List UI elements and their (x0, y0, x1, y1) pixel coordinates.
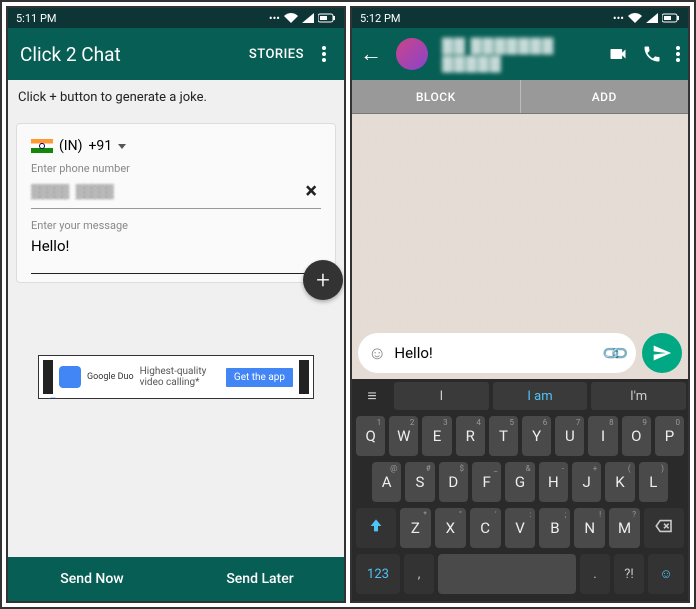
voice-call-icon[interactable] (642, 44, 662, 64)
key-c[interactable]: C' (470, 508, 501, 548)
key-p[interactable]: P0 (655, 416, 684, 456)
send-button[interactable] (642, 333, 682, 373)
key-m[interactable]: M? (609, 508, 640, 548)
india-flag-icon (31, 139, 53, 153)
bottom-actions: Send Now Send Later (8, 557, 344, 601)
key-z[interactable]: Z* (400, 508, 431, 548)
key-v[interactable]: V: (505, 508, 536, 548)
message-pill: ☺ 🔗 (358, 333, 636, 373)
key-e[interactable]: E3 (422, 416, 451, 456)
key-y[interactable]: Y6 (522, 416, 551, 456)
status-time: 5:12 PM (360, 12, 613, 25)
status-icons: ••• (613, 12, 680, 25)
video-call-icon[interactable] (608, 44, 628, 64)
app-title: Click 2 Chat (20, 43, 237, 66)
country-selector[interactable]: (IN) +91 (31, 138, 321, 154)
stories-button[interactable]: STORIES (249, 47, 304, 62)
chat-message-input[interactable] (394, 344, 595, 362)
keyboard: ≡ I I am I'm Q1W2E3R4T5Y6U7I8O9P0 A@S#D$… (352, 379, 688, 601)
key-o[interactable]: O9 (622, 416, 651, 456)
block-button[interactable]: BLOCK (352, 80, 521, 113)
keyboard-row-2: A@S#D$F_G&H-J+K(L) (352, 459, 688, 505)
key-n[interactable]: N! (574, 508, 605, 548)
country-label: (IN) (59, 138, 82, 154)
key-r[interactable]: R4 (456, 416, 485, 456)
ad-text: Highest-quality video calling* (140, 366, 220, 388)
key-j[interactable]: J+ (572, 462, 601, 502)
key-l[interactable]: L) (639, 462, 668, 502)
chat-app-bar: ← ▓▓ ▓▓▓▓▓▓▓ ▓▓▓▓▓ (352, 28, 688, 80)
clear-icon[interactable]: × (301, 179, 321, 204)
key-w[interactable]: W2 (389, 416, 418, 456)
status-icons: ••• (269, 12, 336, 25)
click2chat-screen: 5:11 PM ••• Click 2 Chat STORIES Click +… (6, 6, 346, 603)
emoji-icon[interactable]: ☺ (368, 343, 386, 364)
shift-key[interactable] (356, 508, 396, 548)
chat-background (352, 114, 688, 327)
message-label: Enter your message (31, 219, 321, 232)
keyboard-menu-icon[interactable]: ≡ (354, 382, 390, 410)
compose-card: (IN) +91 Enter phone number × Enter your… (16, 123, 336, 283)
app-bar: Click 2 Chat STORIES (8, 28, 344, 80)
status-bar: 5:11 PM ••• (8, 8, 344, 28)
key-q[interactable]: Q1 (356, 416, 385, 456)
suggestion-3[interactable]: I'm (591, 382, 686, 410)
suggestion-2[interactable]: I am (493, 382, 588, 410)
key-k[interactable]: K( (605, 462, 634, 502)
phone-input[interactable] (31, 184, 301, 200)
overflow-menu-icon[interactable] (676, 46, 680, 62)
add-contact-button[interactable]: ADD (521, 80, 689, 113)
key-g[interactable]: G& (505, 462, 534, 502)
period-key[interactable]: . (580, 554, 610, 594)
status-bar: 5:12 PM ••• (352, 8, 688, 28)
background-pattern (8, 399, 344, 557)
numeric-key[interactable]: 123 (356, 554, 400, 594)
backspace-key[interactable] (644, 508, 684, 548)
send-later-button[interactable]: Send Later (176, 557, 344, 601)
hint-text: Click + button to generate a joke. (8, 80, 344, 115)
key-t[interactable]: T5 (489, 416, 518, 456)
keyboard-row-3: Z*X"C'V:B;N!M? (352, 505, 688, 551)
ad-banner[interactable]: Google Duo Highest-quality video calling… (38, 355, 314, 399)
spam-actions: BLOCK ADD (352, 80, 688, 114)
contact-name[interactable]: ▓▓ ▓▓▓▓▓▓▓ ▓▓▓▓▓ (442, 36, 594, 72)
add-joke-button[interactable]: + (303, 260, 343, 300)
key-a[interactable]: A@ (372, 462, 401, 502)
whatsapp-chat-screen: 5:12 PM ••• ← ▓▓ ▓▓▓▓▓▓▓ ▓▓▓▓▓ BLOCK ADD… (350, 6, 690, 603)
key-f[interactable]: F_ (472, 462, 501, 502)
symbols-key[interactable]: ?! (614, 554, 644, 594)
ad-cta-button[interactable]: Get the app (226, 368, 293, 387)
attach-icon[interactable]: 🔗 (599, 338, 630, 369)
key-s[interactable]: S# (405, 462, 434, 502)
avatar[interactable] (396, 38, 428, 70)
overflow-menu-icon[interactable] (316, 46, 332, 62)
key-b[interactable]: B; (539, 508, 570, 548)
back-button[interactable]: ← (360, 41, 382, 67)
phone-label: Enter phone number (31, 162, 321, 175)
key-u[interactable]: U7 (555, 416, 584, 456)
space-key[interactable] (438, 554, 576, 594)
suggestion-1[interactable]: I (394, 382, 489, 410)
message-input-row: ☺ 🔗 (352, 327, 688, 379)
send-now-button[interactable]: Send Now (8, 557, 176, 601)
emoji-key[interactable]: ☺ (648, 554, 684, 594)
dial-code: +91 (88, 138, 112, 154)
comma-key[interactable]: , (404, 554, 434, 594)
keyboard-row-1: Q1W2E3R4T5Y6U7I8O9P0 (352, 413, 688, 459)
duo-icon (59, 366, 81, 388)
key-h[interactable]: H- (539, 462, 568, 502)
key-d[interactable]: D$ (439, 462, 468, 502)
status-time: 5:11 PM (16, 12, 269, 25)
message-input[interactable] (31, 237, 321, 255)
key-x[interactable]: X" (435, 508, 466, 548)
chevron-down-icon (118, 144, 126, 149)
key-i[interactable]: I8 (588, 416, 617, 456)
ad-brand: Google Duo (87, 372, 134, 382)
